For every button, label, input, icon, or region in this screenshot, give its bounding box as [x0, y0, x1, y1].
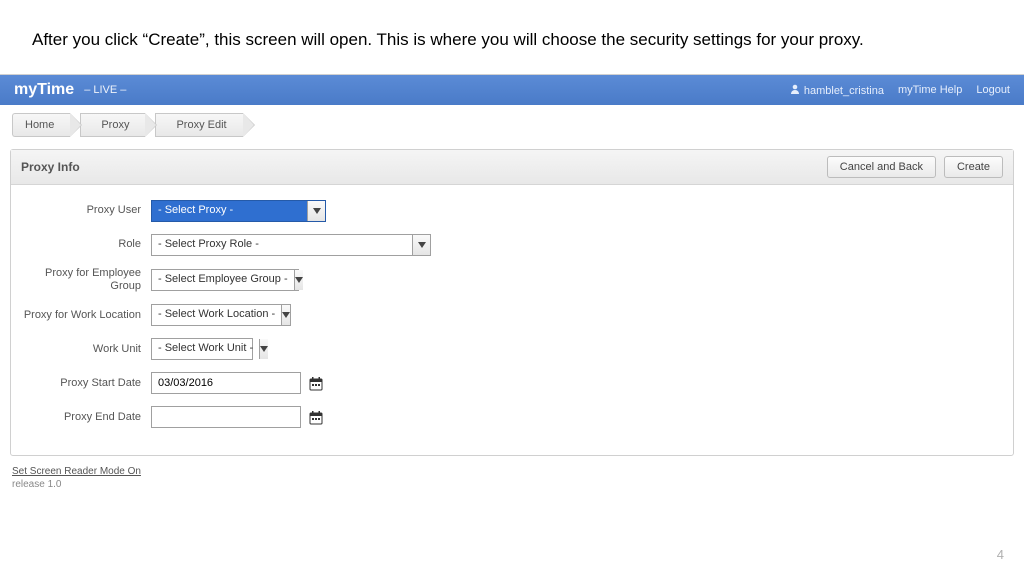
username-text: hamblet_cristina [804, 85, 884, 97]
proxy-user-select[interactable]: - Select Proxy - [151, 200, 326, 222]
chevron-down-icon [281, 305, 290, 325]
help-link[interactable]: myTime Help [898, 84, 962, 96]
app-container: myTime – LIVE – hamblet_cristina myTime … [0, 74, 1024, 490]
breadcrumb-home[interactable]: Home [12, 113, 70, 137]
chevron-down-icon [412, 235, 430, 255]
breadcrumb-proxy-edit[interactable]: Proxy Edit [155, 113, 242, 137]
release-label: release 1.0 [12, 479, 1012, 490]
logout-link[interactable]: Logout [976, 84, 1010, 96]
start-date-label: Proxy Start Date [21, 377, 151, 390]
end-date-input[interactable] [151, 406, 301, 428]
work-unit-select[interactable]: - Select Work Unit - [151, 338, 253, 360]
app-brand: myTime [14, 81, 74, 99]
user-links: hamblet_cristina myTime Help Logout [790, 84, 1010, 97]
employee-group-value: - Select Employee Group - [152, 270, 294, 290]
breadcrumb-proxy[interactable]: Proxy [80, 113, 145, 137]
proxy-user-label: Proxy User [21, 204, 151, 217]
work-unit-value: - Select Work Unit - [152, 339, 259, 359]
panel-body: Proxy User - Select Proxy - Role - Selec… [11, 185, 1013, 455]
role-select[interactable]: - Select Proxy Role - [151, 234, 431, 256]
work-location-label: Proxy for Work Location [21, 309, 151, 322]
proxy-user-value: - Select Proxy - [152, 201, 239, 221]
create-button[interactable]: Create [944, 156, 1003, 178]
user-icon [790, 84, 800, 94]
calendar-icon[interactable] [309, 376, 323, 391]
footer: Set Screen Reader Mode On release 1.0 [12, 466, 1012, 490]
username-link[interactable]: hamblet_cristina [790, 84, 884, 97]
work-location-value: - Select Work Location - [152, 305, 281, 325]
panel-title: Proxy Info [21, 160, 80, 174]
brand-prefix: my [14, 81, 37, 98]
start-date-input[interactable] [151, 372, 301, 394]
employee-group-select[interactable]: - Select Employee Group - [151, 269, 299, 291]
work-unit-label: Work Unit [21, 343, 151, 356]
panel-header: Proxy Info Cancel and Back Create [11, 150, 1013, 185]
brand-bold: Time [37, 81, 74, 98]
proxy-info-panel: Proxy Info Cancel and Back Create Proxy … [10, 149, 1014, 456]
employee-group-label: Proxy for Employee Group [21, 267, 151, 293]
chevron-down-icon [307, 201, 325, 221]
chevron-down-icon [259, 339, 268, 359]
page-number: 4 [997, 547, 1004, 562]
screen-reader-link[interactable]: Set Screen Reader Mode On [12, 466, 141, 477]
work-location-select[interactable]: - Select Work Location - [151, 304, 291, 326]
breadcrumb: Home Proxy Proxy Edit [0, 105, 1024, 145]
cancel-and-back-button[interactable]: Cancel and Back [827, 156, 936, 178]
role-value: - Select Proxy Role - [152, 235, 265, 255]
slide-caption: After you click “Create”, this screen wi… [0, 0, 1024, 74]
calendar-icon[interactable] [309, 410, 323, 425]
topbar: myTime – LIVE – hamblet_cristina myTime … [0, 75, 1024, 105]
chevron-down-icon [294, 270, 303, 290]
role-label: Role [21, 238, 151, 251]
env-label: – LIVE – [84, 84, 126, 96]
end-date-label: Proxy End Date [21, 411, 151, 424]
